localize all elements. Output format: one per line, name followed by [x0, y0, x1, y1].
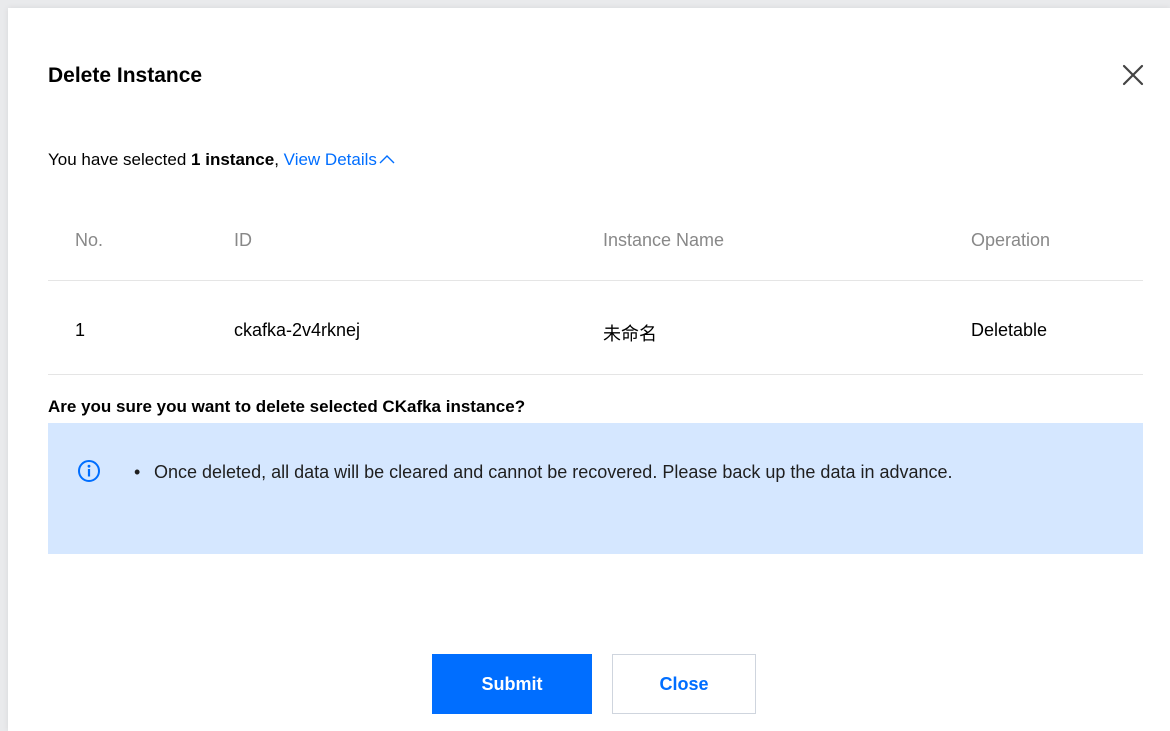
row-no: 1	[75, 320, 86, 340]
view-details-link[interactable]: View Details	[284, 150, 396, 169]
selection-summary: You have selected 1 instance, View Detai…	[48, 150, 396, 170]
notice-message: • Once deleted, all data will be cleared…	[134, 457, 1114, 487]
info-icon	[78, 460, 100, 482]
summary-prefix: You have selected	[48, 150, 192, 169]
summary-comma: ,	[274, 150, 284, 169]
header-operation: Operation	[971, 230, 1051, 250]
notice-bullet: •	[134, 462, 141, 482]
dialog-title: Delete Instance	[48, 64, 203, 87]
view-details-label: View Details	[283, 150, 377, 169]
row-operation: Deletable	[971, 320, 1048, 340]
table-header: No. ID Instance Name Operation	[48, 204, 1143, 281]
close-button[interactable]: Close	[612, 654, 756, 714]
instance-table: No. ID Instance Name Operation 1 ckafka-…	[48, 204, 1143, 375]
close-icon[interactable]	[1120, 62, 1146, 88]
submit-button[interactable]: Submit	[432, 654, 592, 714]
warning-notice: • Once deleted, all data will be cleared…	[48, 423, 1143, 554]
row-id: ckafka-2v4rknej	[234, 320, 361, 340]
selected-count: 1 instance	[191, 150, 275, 169]
row-instance-name: 未命名	[603, 324, 657, 344]
header-no: No.	[75, 230, 104, 250]
confirm-question: Are you sure you want to delete selected…	[48, 397, 526, 416]
notice-text: Once deleted, all data will be cleared a…	[154, 462, 953, 482]
chevron-up-icon	[379, 155, 395, 164]
header-instance-name: Instance Name	[603, 230, 725, 250]
header-id: ID	[234, 230, 252, 250]
table-row: 1 ckafka-2v4rknej 未命名 Deletable	[48, 281, 1143, 375]
delete-instance-dialog: Delete Instance You have selected 1 inst…	[8, 8, 1170, 731]
